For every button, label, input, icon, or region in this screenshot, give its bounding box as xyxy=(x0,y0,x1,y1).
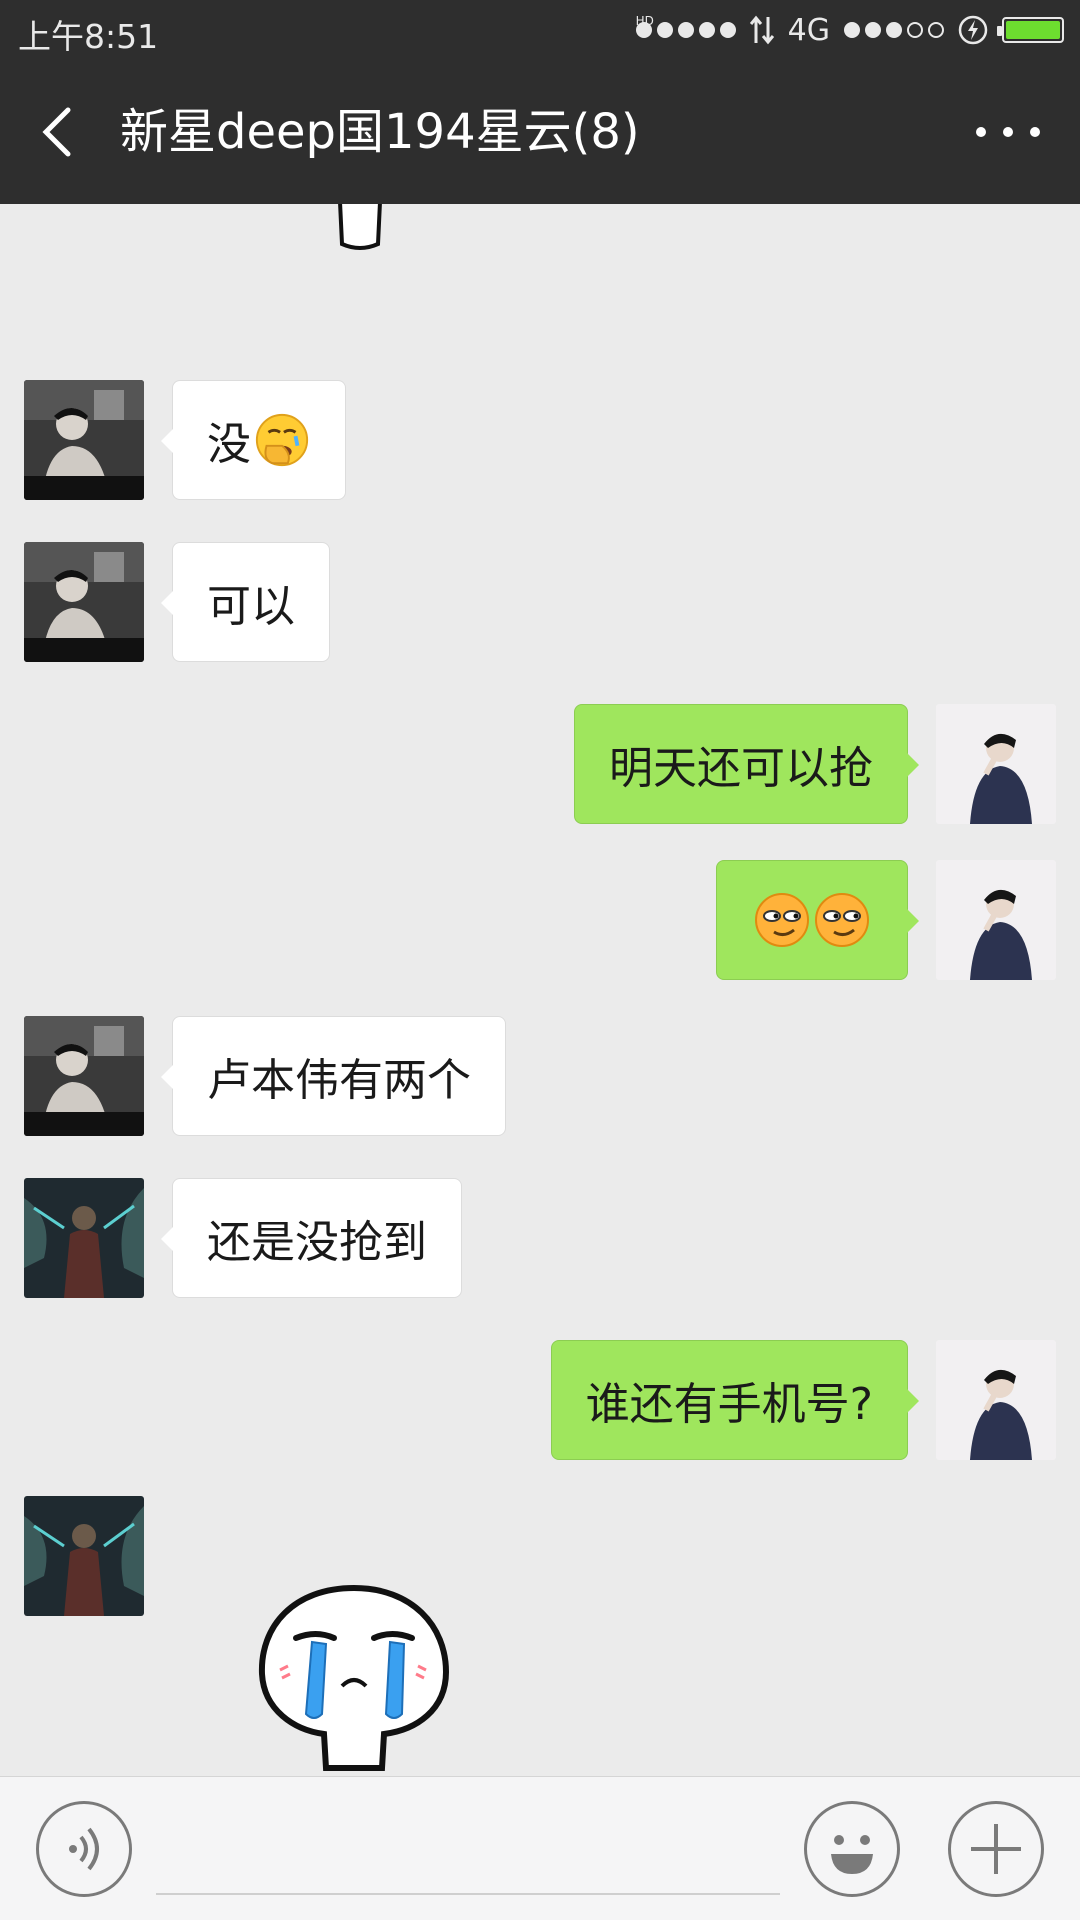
hd-label: HD xyxy=(635,14,654,28)
avatar-friend-a[interactable] xyxy=(24,542,144,662)
plus-icon xyxy=(971,1824,1021,1874)
message-bubble-outgoing[interactable] xyxy=(716,860,919,980)
message-list[interactable]: 没 可以 明天还可以抢 卢本伟有两个 还是没抢到 谁还有手机号? xyxy=(0,204,1080,1776)
crying-sticker[interactable] xyxy=(254,1582,454,1772)
sim1-signal-icon: HD xyxy=(635,14,736,38)
more-actions-button[interactable] xyxy=(948,1801,1044,1897)
avatar-friend-b[interactable] xyxy=(24,1496,144,1616)
battery-icon xyxy=(997,17,1064,43)
battery-fill xyxy=(1006,21,1060,39)
sim2-signal-icon xyxy=(844,22,944,38)
message-bubble-incoming[interactable]: 还是没抢到 xyxy=(161,1178,462,1298)
status-icons: HD 4G xyxy=(635,10,1064,50)
chat-title: 新星deep国194星云(8) xyxy=(120,104,640,160)
message-bubble-incoming[interactable]: 可以 xyxy=(161,542,330,662)
facepalm-emoji-icon xyxy=(255,413,309,467)
avatar-friend-b[interactable] xyxy=(24,1178,144,1298)
input-bar xyxy=(0,1776,1080,1920)
message-bubble-incoming[interactable]: 没 xyxy=(161,380,346,500)
avatar-me[interactable] xyxy=(936,860,1056,980)
back-arrow-icon[interactable] xyxy=(34,100,82,164)
avatar-me[interactable] xyxy=(936,1340,1056,1460)
message-text: 还是没抢到 xyxy=(207,1217,427,1268)
message-text: 没 xyxy=(207,419,251,470)
smirk-emoji-icon xyxy=(815,893,869,947)
message-text: 可以 xyxy=(207,581,295,632)
message-text: 谁还有手机号? xyxy=(585,1379,873,1430)
emoji-icon xyxy=(831,1835,873,1874)
voice-icon xyxy=(69,1827,99,1871)
charging-icon xyxy=(958,15,988,45)
network-type: 4G xyxy=(787,12,830,48)
message-bubble-incoming[interactable]: 卢本伟有两个 xyxy=(161,1016,506,1136)
status-bar: 上午8:51 HD 4G xyxy=(0,0,1080,62)
emoji-button[interactable] xyxy=(804,1801,900,1897)
sticker-partial xyxy=(338,204,382,250)
avatar-friend-a[interactable] xyxy=(24,1016,144,1136)
smirk-emoji-icon xyxy=(755,893,809,947)
message-bubble-outgoing[interactable]: 明天还可以抢 xyxy=(574,704,919,824)
more-options-icon[interactable] xyxy=(976,110,1040,154)
message-input[interactable] xyxy=(156,1893,780,1895)
avatar-friend-a[interactable] xyxy=(24,380,144,500)
message-bubble-outgoing[interactable]: 谁还有手机号? xyxy=(550,1340,920,1460)
data-transfer-icon xyxy=(749,15,774,45)
avatar-me[interactable] xyxy=(936,704,1056,824)
status-time: 上午8:51 xyxy=(18,17,159,56)
message-text: 明天还可以抢 xyxy=(609,743,873,794)
chat-header: 新星deep国194星云(8) xyxy=(0,62,1080,204)
message-text: 卢本伟有两个 xyxy=(207,1055,471,1106)
voice-input-button[interactable] xyxy=(36,1801,132,1897)
